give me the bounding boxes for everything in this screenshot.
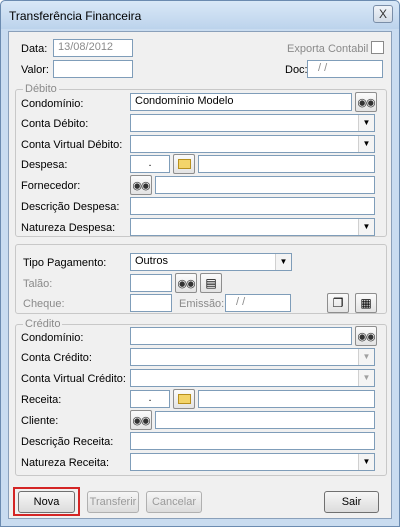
natureza-receita-label: Natureza Receita: — [21, 457, 110, 469]
chevron-down-icon: ▼ — [358, 454, 374, 470]
talao-label: Talão: — [23, 278, 53, 290]
credito-condominio-field[interactable] — [130, 327, 352, 345]
print-button[interactable]: ▦ — [355, 293, 377, 313]
chevron-down-icon: ▼ — [358, 219, 374, 235]
receita-desc-field[interactable] — [198, 390, 375, 408]
binoculars-icon: ◉◉ — [357, 97, 375, 109]
chevron-down-icon: ▼ — [358, 349, 374, 365]
tipo-pagamento-select[interactable]: Outros ▼ — [130, 253, 292, 271]
debito-condominio-search-button[interactable]: ◉◉ — [355, 92, 377, 112]
despesa-label: Despesa: — [21, 159, 68, 171]
doc-field[interactable]: / / — [307, 60, 383, 78]
emissao-label: Emissão: — [179, 298, 225, 310]
conta-debito-label: Conta Débito: — [21, 118, 89, 130]
debito-title: Débito — [23, 83, 59, 95]
descricao-receita-label: Descrição Receita: — [21, 436, 114, 448]
conta-debito-select[interactable]: ▼ — [130, 114, 375, 132]
nova-button[interactable]: Nova — [18, 491, 75, 513]
folder-icon — [177, 394, 191, 404]
transferencia-window: Transferência Financeira X Data: 13/08/2… — [0, 0, 400, 527]
debito-condominio-label: Condomínio: — [21, 98, 84, 110]
conta-credito-select[interactable]: ▼ — [130, 348, 375, 366]
despesa-folder-button[interactable] — [173, 154, 195, 174]
debito-condominio-field[interactable]: Condomínio Modelo — [130, 93, 352, 111]
conta-virtual-debito-select[interactable]: ▼ — [130, 135, 375, 153]
chevron-down-icon: ▼ — [275, 254, 291, 270]
tipo-pagamento-value: Outros — [135, 255, 169, 267]
sair-button[interactable]: Sair — [324, 491, 379, 513]
fornecedor-label: Fornecedor: — [21, 180, 81, 192]
chevron-down-icon: ▼ — [358, 370, 374, 386]
receita-folder-button[interactable] — [173, 389, 195, 409]
credito-title: Crédito — [23, 318, 63, 330]
conta-virtual-debito-label: Conta Virtual Débito: — [21, 139, 123, 151]
folder-icon — [177, 159, 191, 169]
receita-label: Receita: — [21, 394, 62, 406]
conta-virtual-credito-label: Conta Virtual Crédito: — [21, 373, 126, 385]
conta-credito-label: Conta Crédito: — [21, 352, 92, 364]
cliente-field[interactable] — [155, 411, 375, 429]
form-icon: ▤ — [205, 276, 217, 290]
binoculars-icon: ◉◉ — [177, 278, 195, 290]
copy-button[interactable]: ❐ — [327, 293, 349, 313]
chevron-down-icon: ▼ — [358, 136, 374, 152]
cheque-label: Cheque: — [23, 298, 65, 310]
tipo-pagamento-label: Tipo Pagamento: — [23, 257, 107, 269]
window-title: Transferência Financeira — [9, 9, 142, 23]
form-area: Data: 13/08/2012 Exporta Contabil Valor:… — [8, 31, 392, 519]
talao-search-button[interactable]: ◉◉ — [175, 273, 197, 293]
valor-field[interactable] — [53, 60, 133, 78]
receita-code-field[interactable]: . — [130, 390, 170, 408]
close-icon: X — [378, 7, 387, 21]
exporta-contabil-checkbox[interactable] — [371, 41, 384, 54]
natureza-receita-select[interactable]: ▼ — [130, 453, 375, 471]
copy-icon: ❐ — [332, 296, 344, 310]
despesa-desc-field[interactable] — [198, 155, 375, 173]
conta-virtual-credito-select[interactable]: ▼ — [130, 369, 375, 387]
cliente-search-button[interactable]: ◉◉ — [130, 410, 152, 430]
descricao-receita-field[interactable] — [130, 432, 375, 450]
chevron-down-icon: ▼ — [358, 115, 374, 131]
data-field[interactable]: 13/08/2012 — [53, 39, 133, 57]
cliente-label: Cliente: — [21, 415, 59, 427]
credito-condominio-search-button[interactable]: ◉◉ — [355, 326, 377, 346]
despesa-code-field[interactable]: . — [130, 155, 170, 173]
transferir-button[interactable]: Transferir — [87, 491, 139, 513]
descricao-despesa-label: Descrição Despesa: — [21, 201, 120, 213]
cheque-field[interactable] — [130, 294, 172, 312]
data-label: Data: — [21, 43, 48, 55]
binoculars-icon: ◉◉ — [132, 415, 150, 427]
close-button[interactable]: X — [373, 5, 393, 23]
cancelar-button[interactable]: Cancelar — [146, 491, 202, 513]
binoculars-icon: ◉◉ — [357, 331, 375, 343]
credito-condominio-label: Condomínio: — [21, 332, 84, 344]
natureza-despesa-label: Natureza Despesa: — [21, 222, 116, 234]
emissao-field[interactable]: / / — [225, 294, 291, 312]
doc-label: Doc: — [285, 64, 308, 76]
exporta-contabil-label: Exporta Contabil — [287, 43, 369, 55]
talao-form-button[interactable]: ▤ — [200, 273, 222, 293]
fornecedor-field[interactable] — [155, 176, 375, 194]
descricao-despesa-field[interactable] — [130, 197, 375, 215]
printer-icon: ▦ — [360, 296, 372, 310]
binoculars-icon: ◉◉ — [132, 180, 150, 192]
natureza-despesa-select[interactable]: ▼ — [130, 218, 375, 236]
fornecedor-search-button[interactable]: ◉◉ — [130, 175, 152, 195]
talao-field[interactable] — [130, 274, 172, 292]
valor-label: Valor: — [21, 64, 49, 76]
title-bar: Transferência Financeira X — [1, 1, 399, 29]
